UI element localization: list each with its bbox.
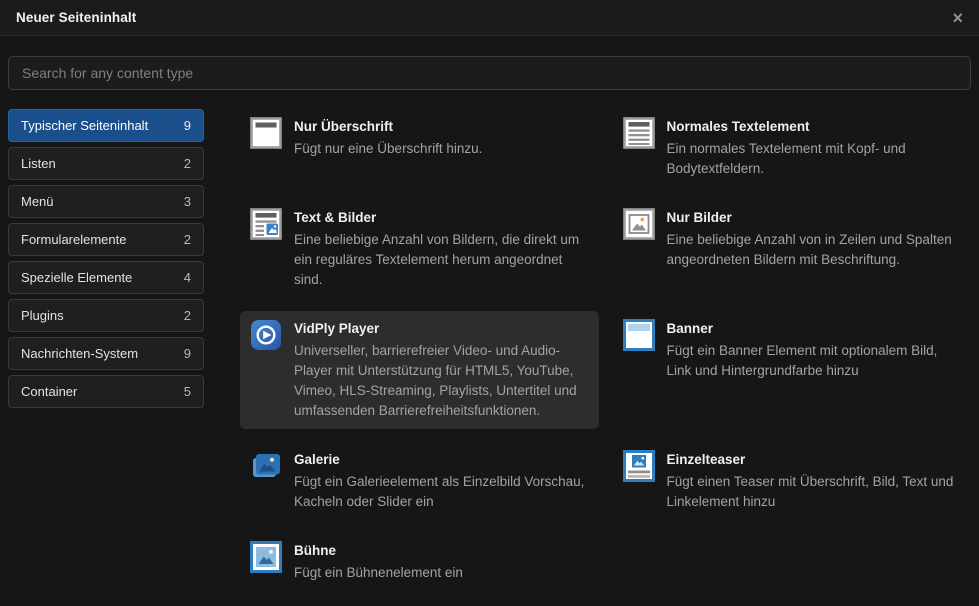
dialog-header: Neuer Seiteninhalt × — [0, 0, 979, 36]
sidebar-item-count: 2 — [184, 156, 191, 171]
sidebar-item-label: Spezielle Elemente — [21, 270, 132, 285]
item-title: Text & Bilder — [294, 209, 589, 226]
sidebar-item-count: 3 — [184, 194, 191, 209]
sidebar-item-count: 9 — [184, 346, 191, 361]
sidebar-item-label: Formularelemente — [21, 232, 127, 247]
stage-icon — [250, 541, 282, 573]
item-title: Einzelteaser — [667, 451, 962, 468]
sidebar-item-label: Menü — [21, 194, 54, 209]
item-title: Normales Textelement — [667, 118, 962, 135]
item-single-teaser[interactable]: Einzelteaser Fügt einen Teaser mit Übers… — [613, 442, 972, 520]
item-title: VidPly Player — [294, 320, 589, 337]
item-heading-only[interactable]: Nur Überschrift Fügt nur eine Überschrif… — [240, 109, 599, 167]
sidebar-item-typischer-seiteninhalt[interactable]: Typischer Seiteninhalt 9 — [8, 109, 204, 142]
close-icon[interactable]: × — [952, 9, 963, 27]
text-images-icon — [250, 208, 282, 240]
images-only-icon — [623, 208, 655, 240]
single-teaser-icon — [623, 450, 655, 482]
item-title: Banner — [667, 320, 962, 337]
item-regular-text[interactable]: Normales Textelement Ein normales Textel… — [613, 109, 972, 187]
heading-only-icon — [250, 117, 282, 149]
item-description: Fügt ein Galerieelement als Einzelbild V… — [294, 472, 589, 512]
gallery-icon — [250, 450, 282, 482]
sidebar-item-label: Nachrichten-System — [21, 346, 138, 361]
sidebar-item-label: Typischer Seiteninhalt — [21, 118, 148, 133]
item-title: Galerie — [294, 451, 589, 468]
sidebar-item-count: 2 — [184, 308, 191, 323]
item-description: Eine beliebige Anzahl von Bildern, die d… — [294, 230, 589, 290]
item-description: Fügt nur eine Überschrift hinzu. — [294, 139, 482, 159]
item-stage[interactable]: Bühne Fügt ein Bühnenelement ein — [240, 533, 599, 591]
item-description: Fügt einen Teaser mit Überschrift, Bild,… — [667, 472, 962, 512]
sidebar-item-label: Container — [21, 384, 77, 399]
dialog-body: Typischer Seiteninhalt 9 Listen 2 Menü 3… — [0, 90, 979, 591]
item-description: Universeller, barrierefreier Video- und … — [294, 341, 589, 421]
sidebar-item-menue[interactable]: Menü 3 — [8, 185, 204, 218]
sidebar-item-count: 9 — [184, 118, 191, 133]
sidebar-item-nachrichten-system[interactable]: Nachrichten-System 9 — [8, 337, 204, 370]
sidebar-item-spezielle-elemente[interactable]: Spezielle Elemente 4 — [8, 261, 204, 294]
sidebar-item-count: 2 — [184, 232, 191, 247]
sidebar-item-container[interactable]: Container 5 — [8, 375, 204, 408]
item-banner[interactable]: Banner Fügt ein Banner Element mit optio… — [613, 311, 972, 389]
content-element-grid: Nur Überschrift Fügt nur eine Überschrif… — [240, 109, 971, 591]
sidebar-item-count: 4 — [184, 270, 191, 285]
item-text-images[interactable]: Text & Bilder Eine beliebige Anzahl von … — [240, 200, 599, 298]
sidebar-item-formularelemente[interactable]: Formularelemente 2 — [8, 223, 204, 256]
sidebar-item-plugins[interactable]: Plugins 2 — [8, 299, 204, 332]
item-title: Nur Überschrift — [294, 118, 482, 135]
item-images-only[interactable]: Nur Bilder Eine beliebige Anzahl von in … — [613, 200, 972, 278]
sidebar-item-count: 5 — [184, 384, 191, 399]
item-description: Eine beliebige Anzahl von in Zeilen und … — [667, 230, 962, 270]
sidebar-item-label: Plugins — [21, 308, 64, 323]
item-title: Nur Bilder — [667, 209, 962, 226]
text-element-icon — [623, 117, 655, 149]
sidebar-item-listen[interactable]: Listen 2 — [8, 147, 204, 180]
search-input[interactable] — [8, 56, 971, 90]
banner-icon — [623, 319, 655, 351]
item-title: Bühne — [294, 542, 463, 559]
item-description: Ein normales Textelement mit Kopf- und B… — [667, 139, 962, 179]
search-bar — [0, 36, 979, 90]
item-description: Fügt ein Banner Element mit optionalem B… — [667, 341, 962, 381]
category-sidebar: Typischer Seiteninhalt 9 Listen 2 Menü 3… — [8, 109, 204, 413]
dialog-title: Neuer Seiteninhalt — [16, 10, 136, 25]
item-description: Fügt ein Bühnenelement ein — [294, 563, 463, 583]
item-vidply-player[interactable]: VidPly Player Universeller, barrierefrei… — [240, 311, 599, 429]
sidebar-item-label: Listen — [21, 156, 56, 171]
vidply-player-icon — [250, 319, 282, 351]
item-gallery[interactable]: Galerie Fügt ein Galerieelement als Einz… — [240, 442, 599, 520]
